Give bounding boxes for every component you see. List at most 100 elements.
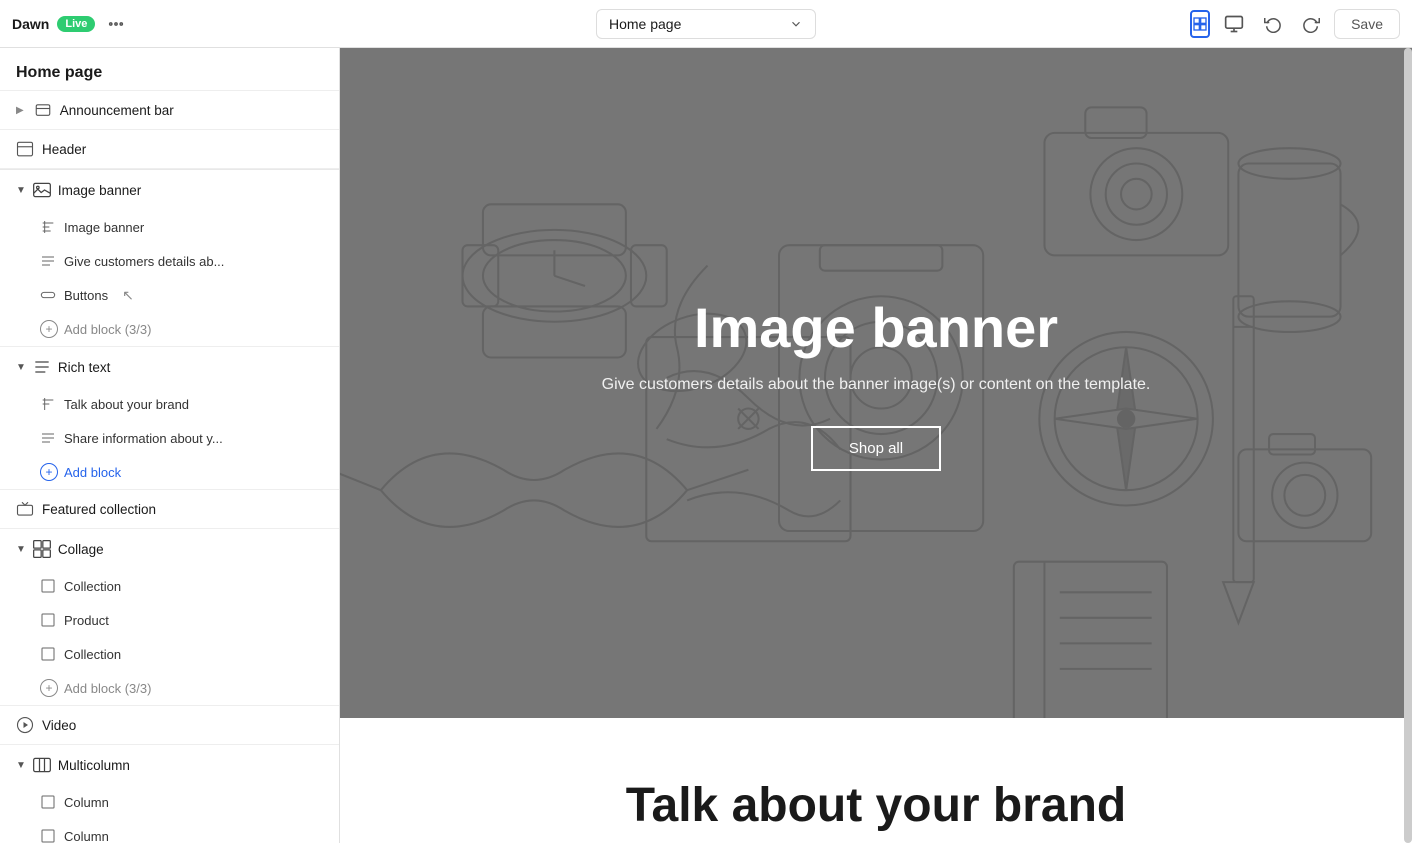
sidebar-section-collage: ▼ Collage Collection Product Collection … bbox=[0, 529, 339, 706]
sidebar-child-talk-brand-label: Talk about your brand bbox=[64, 397, 189, 412]
sidebar-item-rich-text-label: Rich text bbox=[58, 360, 111, 375]
banner-subtitle: Give customers details about the banner … bbox=[602, 376, 1151, 394]
sidebar-child-collage-collection2[interactable]: Collection bbox=[0, 637, 339, 671]
announcement-icon bbox=[34, 101, 52, 119]
sidebar-item-featured-collection-label: Featured collection bbox=[42, 502, 156, 517]
sidebar-item-collage[interactable]: ▼ Collage bbox=[0, 529, 339, 569]
sidebar-item-collage-label: Collage bbox=[58, 542, 104, 557]
video-icon bbox=[16, 716, 34, 734]
toggle-image-banner: ▼ bbox=[16, 185, 26, 196]
sidebar-item-video[interactable]: Video bbox=[0, 706, 339, 744]
sidebar-item-video-label: Video bbox=[42, 718, 76, 733]
sidebar-child-image-banner-details[interactable]: Give customers details ab... bbox=[0, 244, 339, 278]
sidebar-section-image-banner: ▼ Image banner Image banner Give custome… bbox=[0, 170, 339, 347]
page-selector-text: Home page bbox=[609, 16, 681, 32]
desktop-icon bbox=[1224, 14, 1244, 34]
sidebar-child-image-banner-title[interactable]: Image banner bbox=[0, 210, 339, 244]
topbar-right: Save bbox=[1200, 8, 1400, 40]
page-selector[interactable]: Home page bbox=[596, 9, 816, 39]
sidebar-section-announcement: ▶ Announcement bar bbox=[0, 91, 339, 130]
sidebar-child-share-info[interactable]: Share information about y... bbox=[0, 421, 339, 455]
crop-icon-1 bbox=[40, 578, 56, 594]
rich-text-icon bbox=[32, 357, 52, 377]
featured-collection-icon bbox=[16, 500, 34, 518]
sidebar-item-image-banner-label: Image banner bbox=[58, 183, 141, 198]
crop-icon-3 bbox=[40, 646, 56, 662]
brand-title: Talk about your brand bbox=[380, 778, 1372, 833]
save-button[interactable]: Save bbox=[1334, 9, 1400, 39]
sidebar-child-image-banner-title-label: Image banner bbox=[64, 220, 144, 235]
sidebar-item-header[interactable]: Header bbox=[0, 130, 339, 168]
canvas: Image banner Give customers details abou… bbox=[340, 48, 1412, 843]
sidebar-child-buttons[interactable]: Buttons ↖ bbox=[0, 278, 339, 312]
sidebar-child-talk-brand[interactable]: Talk about your brand bbox=[0, 387, 339, 421]
buttons-icon bbox=[40, 287, 56, 303]
sidebar-item-announcement-bar[interactable]: ▶ Announcement bar bbox=[0, 91, 339, 129]
sidebar-child-collage-collection1-label: Collection bbox=[64, 579, 121, 594]
add-block-collage-label: Add block (3/3) bbox=[64, 681, 151, 696]
sidebar-section-multicolumn: ▼ Multicolumn Column Column Column bbox=[0, 745, 339, 843]
sidebar-child-collage-collection2-label: Collection bbox=[64, 647, 121, 662]
sidebar-item-featured-collection[interactable]: Featured collection bbox=[0, 490, 339, 528]
sidebar-child-multicolumn-col2-label: Column bbox=[64, 829, 109, 843]
sidebar-child-multicolumn-col2[interactable]: Column bbox=[0, 819, 339, 843]
sidebar-item-multicolumn-label: Multicolumn bbox=[58, 758, 130, 773]
toggle-multicolumn: ▼ bbox=[16, 760, 26, 771]
canvas-scroll: Image banner Give customers details abou… bbox=[340, 48, 1412, 843]
sidebar-section-header: Header bbox=[0, 130, 339, 169]
topbar: Dawn Live Home page Save bbox=[0, 0, 1412, 48]
text-lines-icon bbox=[40, 253, 56, 269]
add-block-rich-text-label: Add block bbox=[64, 465, 121, 480]
header-icon bbox=[16, 140, 34, 158]
toggle-rich-text: ▼ bbox=[16, 362, 26, 373]
sidebar-child-image-banner-details-label: Give customers details ab... bbox=[64, 254, 224, 269]
undo-icon bbox=[1264, 15, 1282, 33]
sidebar-child-multicolumn-col1[interactable]: Column bbox=[0, 785, 339, 819]
live-badge: Live bbox=[57, 16, 95, 32]
sidebar-child-share-info-label: Share information about y... bbox=[64, 431, 223, 446]
talk-brand-icon bbox=[40, 396, 56, 412]
crop-icon-col2 bbox=[40, 828, 56, 843]
chevron-down-icon bbox=[789, 17, 803, 31]
multicolumn-icon bbox=[32, 755, 52, 775]
undo-button[interactable] bbox=[1258, 9, 1288, 39]
add-block-rich-text[interactable]: + Add block bbox=[0, 455, 339, 489]
sidebar-child-collage-collection1[interactable]: Collection bbox=[0, 569, 339, 603]
sidebar-section-rich-text: ▼ Rich text Talk about your brand Share … bbox=[0, 347, 339, 490]
sidebar-item-image-banner[interactable]: ▼ Image banner bbox=[0, 170, 339, 210]
redo-icon bbox=[1302, 15, 1320, 33]
sidebar-item-multicolumn[interactable]: ▼ Multicolumn bbox=[0, 745, 339, 785]
sidebar-item-rich-text[interactable]: ▼ Rich text bbox=[0, 347, 339, 387]
main-content: Home page ▶ Announcement bar Header ▼ Im… bbox=[0, 48, 1412, 843]
brand-section: Talk about your brand bbox=[340, 718, 1412, 843]
add-block-collage[interactable]: + Add block (3/3) bbox=[0, 671, 339, 705]
banner-content: Image banner Give customers details abou… bbox=[602, 295, 1151, 471]
scrollbar[interactable] bbox=[1404, 48, 1412, 843]
text-icon bbox=[40, 219, 56, 235]
cursor-icon: ↖ bbox=[122, 287, 134, 304]
add-block-image-banner[interactable]: + Add block (3/3) bbox=[0, 312, 339, 346]
sidebar-child-collage-product-label: Product bbox=[64, 613, 109, 628]
shop-all-button[interactable]: Shop all bbox=[811, 426, 941, 471]
add-block-icon: + bbox=[40, 320, 58, 338]
topbar-center: Home page bbox=[224, 9, 1188, 39]
store-name: Dawn bbox=[12, 16, 49, 32]
sidebar-item-announcement-label: Announcement bar bbox=[60, 103, 174, 118]
more-options-button[interactable] bbox=[103, 11, 129, 37]
sidebar-section-video: Video bbox=[0, 706, 339, 745]
banner-section: Image banner Give customers details abou… bbox=[340, 48, 1412, 718]
cursor-select-icon bbox=[1190, 10, 1210, 38]
toggle-collage: ▼ bbox=[16, 544, 26, 555]
sidebar: Home page ▶ Announcement bar Header ▼ Im… bbox=[0, 48, 340, 843]
crop-icon-2 bbox=[40, 612, 56, 628]
share-info-icon bbox=[40, 430, 56, 446]
redo-button[interactable] bbox=[1296, 9, 1326, 39]
sidebar-header: Home page bbox=[0, 48, 339, 91]
banner-title: Image banner bbox=[602, 295, 1151, 360]
sidebar-child-collage-product[interactable]: Product bbox=[0, 603, 339, 637]
add-block-rich-text-icon: + bbox=[40, 463, 58, 481]
sidebar-child-buttons-label: Buttons bbox=[64, 288, 108, 303]
sidebar-item-header-label: Header bbox=[42, 142, 86, 157]
desktop-view-button[interactable] bbox=[1218, 8, 1250, 40]
crop-icon-col1 bbox=[40, 794, 56, 810]
